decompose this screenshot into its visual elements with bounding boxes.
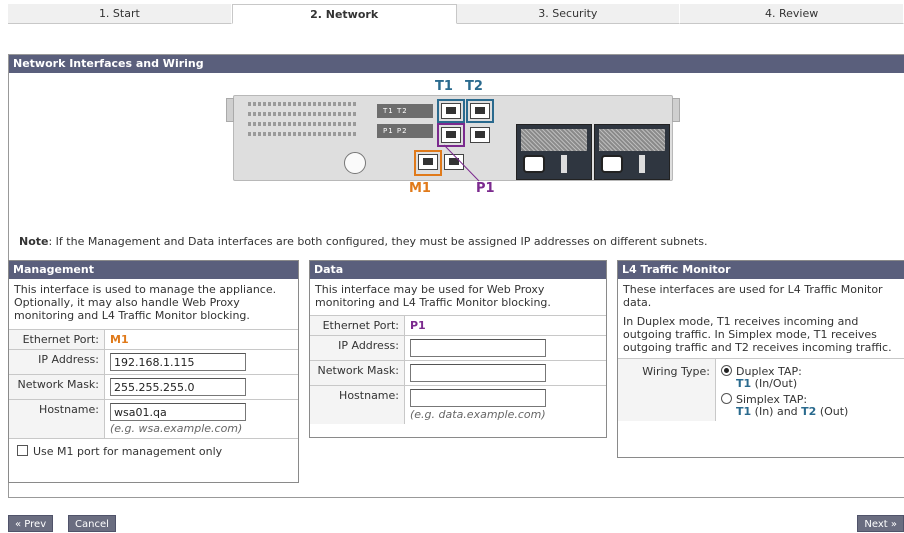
mgmt-host-hint: (e.g. wsa.example.com)	[110, 422, 243, 435]
l4-desc-1: These interfaces are used for L4 Traffic…	[623, 283, 883, 309]
l4-title: L4 Traffic Monitor	[618, 261, 904, 279]
data-mask-label: Network Mask:	[310, 361, 405, 385]
data-desc: This interface may be used for Web Proxy…	[315, 283, 551, 309]
step-network[interactable]: 2. Network	[231, 4, 457, 24]
mgmt-mask-input[interactable]	[110, 378, 246, 396]
mgmt-only-label: Use M1 port for management only	[33, 445, 223, 458]
data-box: Data This interface may be used for Web …	[309, 260, 607, 438]
data-host-hint: (e.g. data.example.com)	[410, 408, 546, 421]
note-text: : If the Management and Data interfaces …	[48, 235, 708, 248]
data-port-label: Ethernet Port:	[310, 316, 405, 335]
data-port-value: P1	[410, 319, 426, 332]
simplex-mid: (In) and	[751, 405, 802, 418]
subnet-note: Note: If the Management and Data interfa…	[19, 235, 707, 248]
note-label: Note	[19, 235, 49, 248]
simplex-suffix: (Out)	[816, 405, 849, 418]
management-desc: This interface is used to manage the app…	[14, 283, 277, 322]
mgmt-ip-label: IP Address:	[9, 350, 105, 374]
l4-desc-2: In Duplex mode, T1 receives incoming and…	[623, 315, 892, 354]
data-hostname-input[interactable]	[410, 389, 546, 407]
data-mask-input[interactable]	[410, 364, 546, 382]
m1-label: M1	[409, 181, 431, 196]
cancel-button[interactable]: Cancel	[68, 515, 116, 532]
wizard-steps: 1. Start 2. Network 3. Security 4. Revie…	[8, 4, 904, 24]
duplex-t1-suffix: (In/Out)	[751, 377, 798, 390]
management-box: Management This interface is used to man…	[8, 260, 299, 483]
prev-button[interactable]: « Prev	[8, 515, 54, 532]
mgmt-port-value: M1	[110, 333, 129, 346]
wiring-type-label: Wiring Type:	[618, 359, 716, 421]
mgmt-only-checkbox[interactable]	[17, 445, 28, 456]
simplex-t1: T1	[736, 405, 752, 418]
data-host-label: Hostname:	[310, 386, 405, 424]
duplex-option[interactable]: Duplex TAP: T1 (In/Out)	[721, 365, 848, 390]
next-button[interactable]: Next »	[857, 515, 904, 532]
simplex-radio[interactable]	[721, 393, 732, 404]
simplex-t2: T2	[801, 405, 817, 418]
mgmt-only-row[interactable]: Use M1 port for management only	[9, 438, 298, 464]
mgmt-port-label: Ethernet Port:	[9, 330, 105, 349]
p1-connector-line	[443, 144, 480, 182]
step-security[interactable]: 3. Security	[456, 4, 681, 24]
step-start[interactable]: 1. Start	[8, 4, 232, 24]
p1-label: P1	[476, 181, 495, 196]
step-review[interactable]: 4. Review	[680, 4, 904, 24]
mgmt-host-label: Hostname:	[9, 400, 105, 438]
management-title: Management	[9, 261, 298, 279]
l4-box: L4 Traffic Monitor These interfaces are …	[617, 260, 904, 458]
simplex-option[interactable]: Simplex TAP: T1 (In) and T2 (Out)	[721, 393, 848, 418]
mgmt-mask-label: Network Mask:	[9, 375, 105, 399]
mgmt-hostname-input[interactable]	[110, 403, 246, 421]
data-ip-input[interactable]	[410, 339, 546, 357]
data-ip-label: IP Address:	[310, 336, 405, 360]
mgmt-ip-input[interactable]	[110, 353, 246, 371]
data-title: Data	[310, 261, 606, 279]
duplex-t1: T1	[736, 377, 752, 390]
duplex-radio[interactable]	[721, 365, 732, 376]
